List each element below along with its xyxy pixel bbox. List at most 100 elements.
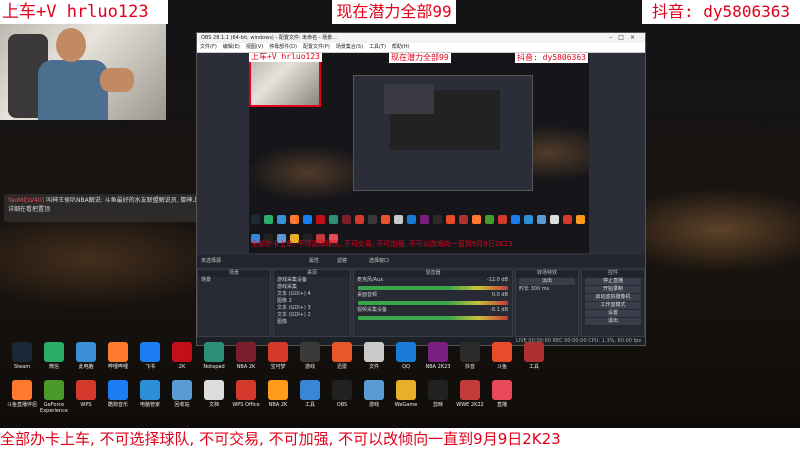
menu-item[interactable]: 文件(F) bbox=[200, 44, 217, 50]
desktop-shortcut[interactable]: 哔哩哔哩 bbox=[100, 342, 136, 370]
app-icon bbox=[268, 342, 288, 362]
menu-item[interactable]: 工具(T) bbox=[369, 44, 386, 50]
menu-item[interactable]: 停靠部件(D) bbox=[269, 44, 297, 50]
control-button[interactable]: 工作室模式 bbox=[585, 302, 641, 309]
desktop-shortcut[interactable]: Steam bbox=[4, 342, 40, 370]
source-item[interactable]: 图像 bbox=[274, 319, 350, 326]
scene-item[interactable]: 场景 bbox=[198, 277, 270, 284]
desktop-shortcut[interactable]: 微信 bbox=[36, 342, 72, 370]
desktop-shortcut[interactable]: 斗鱼 bbox=[484, 342, 520, 370]
desktop-shortcut[interactable]: 电脑管家 bbox=[132, 380, 168, 408]
desktop-shortcut[interactable]: 游戏 bbox=[292, 342, 328, 370]
desktop-shortcut[interactable]: 剪映 bbox=[420, 380, 456, 408]
preview-app-icon bbox=[511, 215, 520, 224]
shortcut-label: QQ bbox=[402, 364, 410, 370]
app-icon bbox=[332, 380, 352, 400]
desktop-shortcut[interactable]: Notepad bbox=[196, 342, 232, 370]
desktop-shortcut[interactable]: NBA 2K23 bbox=[420, 342, 456, 370]
properties-button[interactable]: 属性 bbox=[309, 257, 319, 264]
transition-select[interactable]: 淡出 bbox=[519, 278, 575, 285]
chat-message: YaoMi[LV40] 叫神王侯叭NBA解说: 斗鱼最好的水友联盟解说员, 御神… bbox=[4, 194, 222, 222]
preview-app-icon bbox=[290, 215, 299, 224]
source-item[interactable]: 游戏采集 bbox=[274, 284, 350, 291]
scenes-dock[interactable]: 场景 场景 bbox=[197, 269, 271, 337]
preview-app-icon bbox=[251, 215, 260, 224]
desktop-shortcut[interactable]: GeForce Experience bbox=[36, 380, 72, 414]
obs-preview[interactable]: 上车+V hrluo123 现在潜力全部99 抖音: dy5806363 全部办… bbox=[249, 53, 589, 253]
desktop-shortcut[interactable]: OBS bbox=[324, 380, 360, 408]
control-button[interactable]: 停止直播 bbox=[585, 278, 641, 285]
source-item[interactable]: 文本 (GDI+) 2 bbox=[274, 312, 350, 319]
control-button[interactable]: 开始录制 bbox=[585, 286, 641, 293]
app-icon bbox=[12, 380, 32, 400]
window-controls[interactable]: –□× bbox=[609, 33, 641, 43]
desktop-shortcut[interactable]: 文档 bbox=[196, 380, 232, 408]
mixer-channel[interactable]: 桌面音频 0.0 dB bbox=[354, 292, 512, 305]
desktop-shortcut[interactable]: NBA 2K bbox=[228, 342, 264, 370]
volume-meter[interactable] bbox=[358, 286, 508, 290]
shortcut-label: Notepad bbox=[203, 364, 225, 370]
minimize-icon[interactable]: – bbox=[609, 34, 618, 41]
chat-user: YaoMi[LV40] bbox=[8, 197, 45, 204]
desktop-shortcut[interactable]: 回收站 bbox=[164, 380, 200, 408]
desktop-shortcut[interactable]: 酷狗音乐 bbox=[100, 380, 136, 408]
menu-item[interactable]: 帮助(H) bbox=[392, 44, 410, 50]
desktop-shortcut[interactable]: 此电脑 bbox=[68, 342, 104, 370]
preview-app-icon bbox=[264, 215, 273, 224]
preview-app-icon bbox=[316, 215, 325, 224]
transitions-dock[interactable]: 转场特效 淡出 时长 300 ms bbox=[515, 269, 579, 337]
source-item[interactable]: 文本 (GDI+) 3 bbox=[274, 305, 350, 312]
desktop-shortcut[interactable]: WeGame bbox=[388, 380, 424, 408]
select-window-button[interactable]: 选择窗口 bbox=[369, 257, 389, 264]
controls-dock[interactable]: 控件 停止直播 开始录制 启动虚拟摄像机 工作室模式 设置 退出 bbox=[581, 269, 645, 337]
desktop-shortcut[interactable]: QQ bbox=[388, 342, 424, 370]
desktop-shortcut[interactable]: WPS bbox=[68, 380, 104, 408]
desktop-shortcut[interactable]: WPS Office bbox=[228, 380, 264, 408]
menu-item[interactable]: 视图(V) bbox=[246, 44, 263, 50]
maximize-icon[interactable]: □ bbox=[618, 34, 630, 41]
mixer-channel[interactable]: 视频采集设备 -8.1 dB bbox=[354, 307, 512, 320]
shortcut-label: NBA 2K bbox=[236, 364, 256, 370]
desktop-shortcut[interactable]: 迅雷 bbox=[324, 342, 360, 370]
filters-button[interactable]: 滤镜 bbox=[337, 257, 347, 264]
obs-titlebar[interactable]: OBS 28.1.1 (64-bit, windows) - 配置文件: 未命名… bbox=[197, 33, 645, 43]
mixer-channel[interactable]: 麦克风/Aux -12.0 dB bbox=[354, 277, 512, 290]
app-icon bbox=[140, 342, 160, 362]
desktop-shortcut[interactable]: NBA 2K bbox=[260, 380, 296, 408]
obs-window[interactable]: OBS 28.1.1 (64-bit, windows) - 配置文件: 未命名… bbox=[196, 32, 646, 346]
menu-item[interactable]: 场景集合(S) bbox=[336, 44, 363, 50]
desktop-shortcut[interactable]: 直播 bbox=[484, 380, 520, 408]
menu-item[interactable]: 配置文件(P) bbox=[303, 44, 330, 50]
menu-item[interactable]: 编辑(E) bbox=[223, 44, 240, 50]
volume-meter[interactable] bbox=[358, 316, 508, 320]
desktop-shortcut[interactable]: 工具 bbox=[516, 342, 552, 370]
preview-wechat-banner: 上车+V hrluo123 bbox=[249, 53, 322, 62]
desktop-shortcut[interactable]: 抖音 bbox=[452, 342, 488, 370]
control-button[interactable]: 设置 bbox=[585, 310, 641, 317]
desktop-shortcut[interactable]: 宝可梦 bbox=[260, 342, 296, 370]
close-icon[interactable]: × bbox=[630, 34, 641, 41]
desktop-shortcut[interactable]: 工具 bbox=[292, 380, 328, 408]
preview-app-icon bbox=[537, 215, 546, 224]
duration-input[interactable]: 300 ms bbox=[531, 286, 550, 292]
overlay-wechat-banner: 上车+V hrluo123 bbox=[0, 0, 168, 24]
volume-meter[interactable] bbox=[358, 301, 508, 305]
source-item[interactable]: 游戏采集设备 bbox=[274, 277, 350, 284]
app-icon bbox=[172, 380, 192, 400]
channel-name: 麦克风/Aux bbox=[357, 277, 384, 283]
mixer-dock[interactable]: 混音器 麦克风/Aux -12.0 dB 桌面音频 0.0 dB 视频采集设备 -8.1 … bbox=[353, 269, 513, 337]
desktop-shortcut[interactable]: 文件 bbox=[356, 342, 392, 370]
control-button[interactable]: 退出 bbox=[585, 318, 641, 325]
desktop-shortcut[interactable]: 飞书 bbox=[132, 342, 168, 370]
shortcut-label: 工具 bbox=[528, 364, 539, 370]
shortcut-label: 回收站 bbox=[174, 402, 190, 408]
control-button[interactable]: 启动虚拟摄像机 bbox=[585, 294, 641, 301]
desktop-shortcut[interactable]: 斗鱼直播伴侣 bbox=[4, 380, 40, 408]
source-item[interactable]: 图像 2 bbox=[274, 298, 350, 305]
sources-dock[interactable]: 来源 游戏采集设备 游戏采集 文本 (GDI+) 4 图像 2 文本 (GDI+) 3文… bbox=[273, 269, 351, 337]
desktop-shortcut[interactable]: 游戏 bbox=[356, 380, 392, 408]
desktop-shortcut[interactable]: WWE 2K22 bbox=[452, 380, 488, 408]
source-item[interactable]: 文本 (GDI+) 4 bbox=[274, 291, 350, 298]
desktop-shortcut[interactable]: 2K bbox=[164, 342, 200, 370]
transitions-dock-title: 转场特效 bbox=[516, 270, 578, 277]
